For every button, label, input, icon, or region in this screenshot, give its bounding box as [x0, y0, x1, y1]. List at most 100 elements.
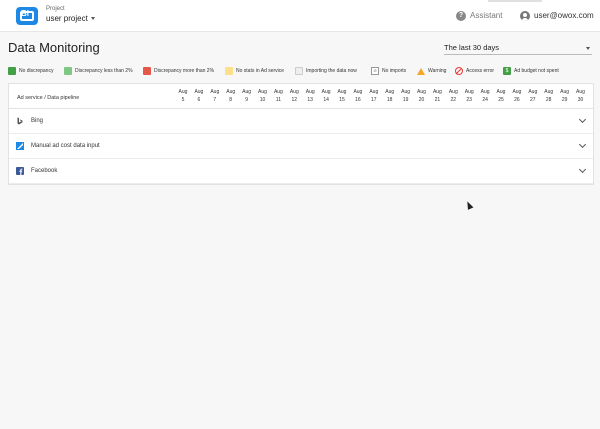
project-selector[interactable]: user project — [46, 14, 95, 24]
legend-label: Warning — [428, 68, 447, 74]
caret-down-icon — [90, 17, 95, 21]
date-month: Aug — [385, 89, 395, 95]
facebook-icon — [16, 167, 24, 175]
date-day: 23 — [466, 97, 472, 103]
table-row-facebook[interactable]: Facebook — [9, 159, 593, 184]
date-column-header: Aug 17 — [366, 88, 382, 106]
date-day: 21 — [434, 97, 441, 103]
budget-icon: $ — [503, 67, 511, 75]
access-error-icon — [455, 67, 463, 75]
date-month: Aug — [194, 89, 204, 95]
mouse-cursor-icon — [464, 200, 474, 210]
app-logo-icon[interactable]: BI — [16, 7, 38, 25]
date-column-header: Aug 23 — [461, 88, 477, 106]
tab-indicator — [488, 0, 542, 2]
legend-item-importing: Importing the data now — [295, 66, 357, 76]
date-month: Aug — [289, 89, 299, 95]
legend-item-warning: Warning — [417, 66, 446, 76]
help-icon: ? — [456, 11, 466, 21]
date-month: Aug — [432, 89, 442, 95]
date-day: 8 — [229, 97, 233, 103]
table-header: Ad service / Data pipeline Aug 5 Aug 6 Aug 7 A… — [9, 84, 593, 109]
date-column-header: Aug 5 — [175, 88, 191, 106]
date-month: Aug — [258, 89, 267, 95]
date-month: Aug — [560, 89, 570, 95]
chevron-down-icon[interactable] — [578, 140, 587, 149]
project-label: Project — [46, 6, 65, 12]
swatch-icon — [143, 67, 151, 75]
date-column-header: Aug 16 — [350, 88, 366, 106]
date-month: Aug — [448, 89, 458, 95]
date-day: 13 — [307, 97, 313, 103]
legend-item-discrepancy-less: Discrepancy less than 2% — [64, 66, 133, 76]
date-column-header: Aug 6 — [191, 88, 207, 106]
date-month: Aug — [210, 89, 220, 95]
date-day: 14 — [323, 97, 329, 103]
legend-item-budget: $ Ad budget not spent — [503, 66, 559, 76]
date-column-header: Aug 15 — [334, 88, 350, 106]
date-column-header: Aug 7 — [207, 88, 223, 106]
assistant-label: Assistant — [470, 11, 503, 20]
period-select[interactable]: The last 30 days — [444, 42, 592, 55]
date-month: Aug — [480, 89, 490, 95]
row-label: Bing — [31, 118, 44, 124]
date-column-header: Aug 29 — [557, 88, 573, 106]
legend: No discrepancy Discrepancy less than 2% … — [8, 66, 598, 76]
date-day: 6 — [197, 97, 201, 103]
date-day: 22 — [450, 97, 457, 103]
date-month: Aug — [226, 89, 236, 95]
legend-label: Discrepancy less than 2% — [75, 68, 133, 74]
legend-label: No stats in Ad service — [236, 68, 285, 74]
date-column-header: Aug 9 — [239, 88, 255, 106]
logo-text: BI — [21, 9, 29, 18]
table-row-bing[interactable]: Bing — [9, 109, 593, 134]
date-column-header: Aug 21 — [429, 88, 445, 106]
date-month: Aug — [353, 89, 363, 95]
chevron-down-icon[interactable] — [578, 115, 587, 124]
user-menu[interactable]: user@owox.com — [520, 10, 594, 22]
date-day: 12 — [291, 97, 298, 103]
date-day: 5 — [181, 97, 185, 103]
row-label: Manual ad cost data input — [31, 143, 100, 149]
date-month: Aug — [417, 89, 426, 95]
legend-label: Ad budget not spent — [514, 68, 559, 74]
date-column-header: Aug 11 — [270, 88, 286, 106]
date-month: Aug — [242, 89, 252, 95]
page-title: Data Monitoring — [8, 40, 100, 55]
date-month: Aug — [305, 89, 315, 95]
date-day: 27 — [530, 97, 536, 103]
date-column-header: Aug 28 — [541, 88, 557, 106]
date-column-header: Aug 12 — [286, 88, 302, 106]
date-day: 17 — [371, 97, 377, 103]
date-day: 16 — [355, 97, 361, 103]
date-column-header: Aug 14 — [318, 88, 334, 106]
date-day: 30 — [577, 97, 584, 103]
date-month: Aug — [337, 89, 347, 95]
date-column-header: Aug 18 — [382, 88, 398, 106]
date-column-header: Aug 10 — [255, 88, 271, 106]
date-column-header: Aug 13 — [302, 88, 318, 106]
chevron-down-icon[interactable] — [578, 165, 587, 174]
date-month: Aug — [544, 89, 554, 95]
assistant-button[interactable]: ? Assistant — [456, 10, 502, 22]
swatch-icon — [8, 67, 16, 75]
legend-label: Access error — [466, 68, 495, 74]
date-column-header: Aug 8 — [223, 88, 239, 106]
top-bar: BI Project user project ? Assistant user… — [0, 0, 600, 32]
legend-label: No imports — [382, 68, 407, 74]
no-imports-icon: ⊘ — [371, 67, 379, 75]
date-column-header: Aug 19 — [398, 88, 414, 106]
date-month: Aug — [401, 89, 411, 95]
legend-item-no-imports: ⊘ No imports — [371, 66, 406, 76]
date-day: 9 — [245, 97, 248, 103]
date-month: Aug — [496, 89, 506, 95]
table-row-manual-input[interactable]: Manual ad cost data input — [9, 134, 593, 159]
date-day: 15 — [339, 97, 345, 103]
date-column-header: Aug 24 — [477, 88, 493, 106]
swatch-icon — [64, 67, 72, 75]
date-month: Aug — [321, 89, 331, 95]
date-day: 29 — [561, 97, 568, 103]
date-column-header: Aug 30 — [573, 88, 589, 106]
date-day: 26 — [514, 97, 520, 103]
legend-item-no-stats: No stats in Ad service — [225, 66, 284, 76]
